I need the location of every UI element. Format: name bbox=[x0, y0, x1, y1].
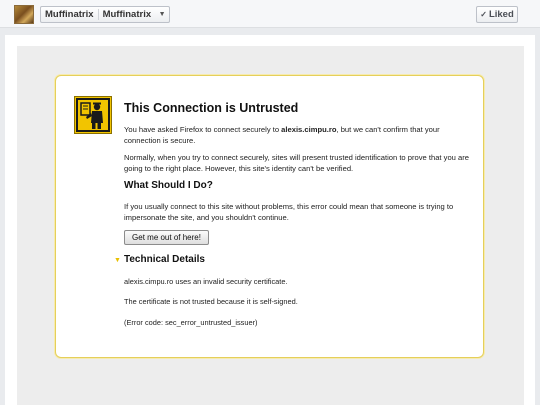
embedded-page-area: This Connection is Untrusted You have as… bbox=[17, 46, 524, 405]
tech-detail-line: The certificate is not trusted because i… bbox=[124, 297, 298, 306]
intro-paragraph: You have asked Firefox to connect secure… bbox=[124, 124, 469, 146]
chevron-down-icon[interactable]: ▼ bbox=[155, 7, 169, 22]
liked-button[interactable]: ✓ Liked bbox=[476, 6, 518, 23]
page-name-label: Muffinatrix bbox=[45, 9, 94, 20]
expand-triangle-icon[interactable]: ▼ bbox=[114, 257, 121, 264]
what-should-i-do-text: If you usually connect to this site with… bbox=[124, 202, 454, 222]
error-title: This Connection is Untrusted bbox=[124, 101, 299, 115]
untrusted-certificate-icon bbox=[74, 96, 112, 134]
get-me-out-button[interactable]: Get me out of here! bbox=[124, 230, 209, 245]
content-frame: This Connection is Untrusted You have as… bbox=[5, 35, 535, 405]
page-avatar[interactable] bbox=[14, 5, 34, 24]
page-header-bar: Muffinatrix Muffinatrix ▼ ✓ Liked bbox=[0, 0, 540, 28]
untrusted-connection-box: This Connection is Untrusted You have as… bbox=[55, 75, 484, 358]
tech-detail-line: alexis.cimpu.ro uses an invalid security… bbox=[124, 277, 288, 286]
checkmark-icon: ✓ bbox=[480, 10, 487, 19]
untrusted-host: alexis.cimpu.ro bbox=[281, 125, 337, 134]
page-switcher-select[interactable]: Muffinatrix Muffinatrix ▼ bbox=[40, 6, 171, 23]
what-should-i-do-heading: What Should I Do? bbox=[124, 180, 213, 191]
intro-text-before: You have asked Firefox to connect secure… bbox=[124, 125, 282, 134]
page-name-secondary-label: Muffinatrix bbox=[97, 9, 156, 20]
normally-paragraph: Normally, when you try to connect secure… bbox=[124, 153, 469, 173]
liked-button-label: Liked bbox=[488, 9, 514, 20]
error-code-line: (Error code: sec_error_untrusted_issuer) bbox=[124, 318, 258, 327]
technical-details-heading[interactable]: Technical Details bbox=[124, 254, 205, 265]
